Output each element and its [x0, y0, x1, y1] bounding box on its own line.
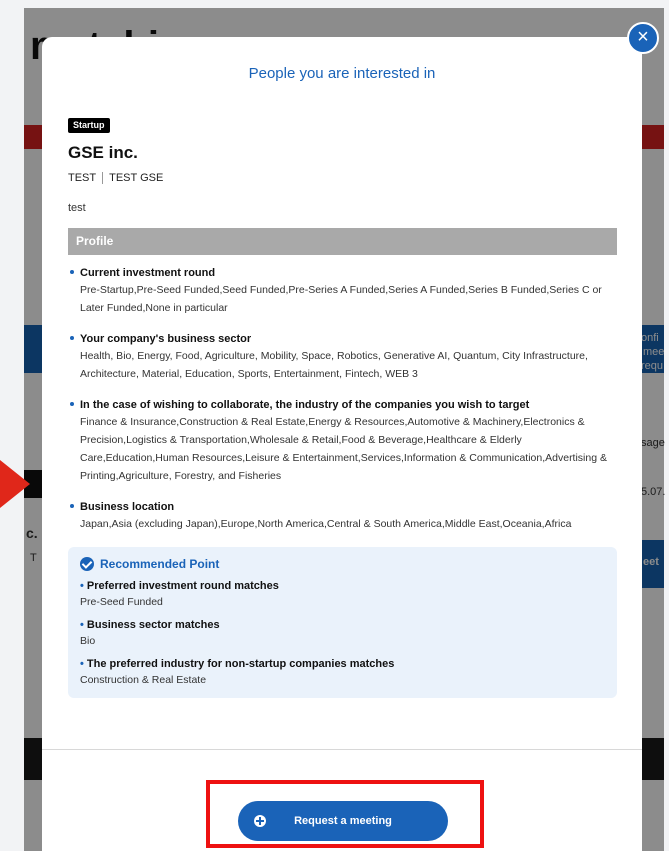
- check-circle-icon: [80, 557, 94, 572]
- startup-tag: Startup: [68, 118, 110, 133]
- recommended-point-item: The preferred industry for non-startup c…: [80, 657, 605, 688]
- company-name: GSE inc.: [68, 143, 138, 162]
- recommended-point-value: Pre-Seed Funded: [80, 596, 163, 609]
- footer-divider: [42, 749, 642, 750]
- recommended-point-title: Business sector matches: [80, 618, 605, 633]
- name-separator: [102, 172, 104, 185]
- person-name: TEST TEST GSE: [68, 172, 617, 185]
- recommended-point-heading: Recommended Point: [80, 557, 605, 572]
- modal-content: Startup GSE inc. TEST TEST GSE test Profi…: [68, 115, 617, 699]
- profile-items: Current investment round Pre-Startup,Pre…: [68, 265, 617, 533]
- profile-item-value: Health, Bio, Energy, Food, Agriculture, …: [80, 350, 588, 381]
- recommended-point-title: The preferred industry for non-startup c…: [80, 657, 605, 672]
- interest-modal: People you are interested in Startup GSE…: [42, 37, 642, 851]
- close-button[interactable]: ×: [627, 22, 659, 54]
- recommended-point-label: Recommended Point: [100, 557, 220, 572]
- profile-item-value: Japan,Asia (excluding Japan),Europe,Nort…: [80, 518, 572, 531]
- profile-item-value: Finance & Insurance,Construction & Real …: [80, 416, 607, 483]
- profile-item-title: Current investment round: [80, 267, 216, 280]
- profile-item-investment-round: Current investment round Pre-Startup,Pre…: [68, 265, 617, 317]
- recommended-point-box: Recommended Point Preferred investment r…: [68, 547, 617, 699]
- red-arrow-annotation: [0, 460, 30, 508]
- person-second: TEST GSE: [109, 172, 164, 184]
- profile-item-title: Business location: [80, 501, 175, 514]
- profile-item-value: Pre-Startup,Pre-Seed Funded,Seed Funded,…: [80, 284, 602, 315]
- modal-title: People you are interested in: [248, 65, 436, 82]
- profile-item-business-sector: Your company's business sector Health, B…: [68, 331, 617, 383]
- profile-item-business-location: Business location Japan,Asia (excluding …: [68, 499, 617, 533]
- request-meeting-label: Request a meeting: [294, 815, 392, 827]
- profile-section-header: Profile: [68, 228, 617, 256]
- recommended-point-item: Business sector matches Bio: [80, 618, 605, 649]
- profile-item-title: Your company's business sector: [80, 333, 252, 346]
- request-meeting-button[interactable]: Request a meeting: [238, 801, 448, 841]
- recommended-point-value: Construction & Real Estate: [80, 674, 207, 687]
- profile-item-title: In the case of wishing to collaborate, t…: [80, 399, 530, 412]
- profile-item-target-industry: In the case of wishing to collaborate, t…: [68, 397, 617, 485]
- person-first: TEST: [68, 172, 97, 184]
- recommended-point-item: Preferred investment round matches Pre-S…: [80, 579, 605, 610]
- plus-circle-icon: [254, 815, 266, 827]
- recommended-point-value: Bio: [80, 635, 96, 648]
- recommended-point-title: Preferred investment round matches: [80, 579, 605, 594]
- company-description: test: [68, 202, 86, 215]
